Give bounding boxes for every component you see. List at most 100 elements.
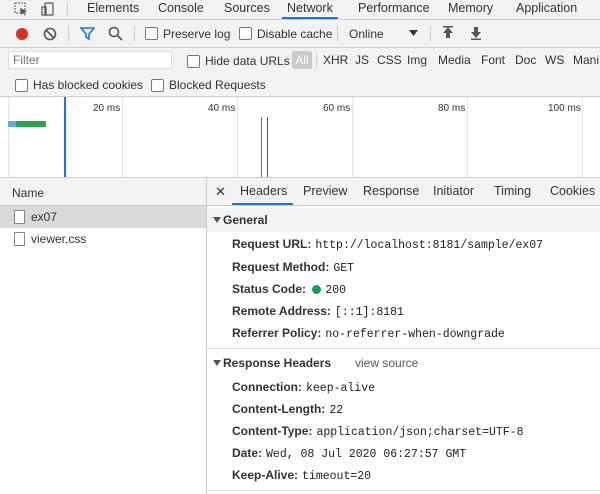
requests-header: Name [0,178,206,206]
content-type-value: application/json;charset=UTF-8 [316,426,524,439]
request-url-value: http://localhost:8181/sample/ex07 [315,239,544,252]
preserve-log-checkbox[interactable] [145,27,158,40]
clear-icon[interactable] [43,27,57,41]
record-icon[interactable] [15,27,29,41]
device-toolbar-icon[interactable] [41,2,55,16]
filter-type-media[interactable]: Media [438,53,471,67]
filter-icon[interactable] [80,26,95,41]
tab-application[interactable]: Application [516,0,577,19]
timeline-gridline [352,97,353,177]
toolbar-divider [430,26,431,41]
referrer-policy-key: Referrer Policy: [232,326,322,340]
import-har-icon[interactable] [442,26,454,40]
timeline-tick-label: 20 ms [93,103,121,114]
network-toolbar: Preserve log Disable cache Online [0,20,600,48]
export-har-icon[interactable] [470,26,482,40]
status-ok-dot-icon [312,285,322,294]
inspect-element-icon[interactable] [14,2,28,16]
status-code-key: Status Code: [232,282,307,296]
request-row-ex07[interactable]: ex07 [0,206,206,228]
tab-elements[interactable]: Elements [87,0,139,19]
filter-type-css[interactable]: CSS [377,53,402,67]
connection-value: keep-alive [306,382,376,395]
throttling-select[interactable]: Online [349,27,384,41]
tab-timing[interactable]: Timing [494,184,531,198]
content-type-key: Content-Type: [232,424,313,438]
request-method-key: Request Method: [232,260,330,274]
filter-type-img[interactable]: Img [407,53,427,67]
remote-address-value: [::1]:8181 [334,306,404,319]
filter-type-js[interactable]: JS [355,53,369,67]
request-detail-tabs: ✕ Headers Preview Response Initiator Tim… [207,178,600,206]
content-length-value: 22 [329,404,344,417]
view-source-link[interactable]: view source [355,356,418,370]
hide-data-urls-label[interactable]: Hide data URLs [205,54,290,68]
tab-performance[interactable]: Performance [358,0,430,19]
collapse-triangle-icon[interactable] [213,360,221,366]
content-length-row: Content-Length: 22 [232,402,343,417]
has-blocked-cookies-checkbox[interactable] [15,79,28,92]
referrer-policy-value: no-referrer-when-downgrade [325,328,505,341]
dom-content-loaded-line [261,117,262,177]
remote-address-key: Remote Address: [232,304,331,318]
filter-all-button[interactable]: All [292,51,312,69]
toolbar-divider [134,26,135,41]
filter-input[interactable] [8,51,172,69]
filter-type-ws[interactable]: WS [545,53,564,67]
dropdown-arrow-icon[interactable] [409,30,418,36]
disable-cache-checkbox[interactable] [239,27,252,40]
filter-type-doc[interactable]: Doc [515,53,536,67]
filter-type-font[interactable]: Font [481,53,505,67]
status-code-row: Status Code: 200 [232,282,346,297]
filter-type-xhr[interactable]: XHR [323,53,348,67]
request-name: viewer.css [31,232,87,246]
tab-response[interactable]: Response [363,184,419,198]
disable-cache-label[interactable]: Disable cache [257,27,332,41]
general-section-title: General [223,213,268,227]
search-icon[interactable] [108,26,123,41]
filter-type-manifest[interactable]: Mani [573,53,599,67]
general-section-header[interactable]: General [207,208,600,232]
date-row: Date: Wed, 08 Jul 2020 06:27:57 GMT [232,446,466,461]
timeline-tick-label: 80 ms [438,103,466,114]
keep-alive-row: Keep-Alive: timeout=20 [232,468,371,483]
collapse-triangle-icon[interactable] [213,217,221,223]
keep-alive-key: Keep-Alive: [232,468,299,482]
file-icon [14,232,25,246]
content-type-row: Content-Type: application/json;charset=UT… [232,424,523,439]
keep-alive-value: timeout=20 [302,470,372,483]
load-event-line [267,117,268,177]
tab-cookies[interactable]: Cookies [550,184,595,198]
timeline-gridline [122,97,123,177]
tab-console[interactable]: Console [158,0,204,19]
timeline-overview[interactable]: 20 ms 40 ms 60 ms 80 ms 100 ms [0,97,600,178]
timeline-gridline [8,97,9,177]
timeline-gridline [467,97,468,177]
tab-headers[interactable]: Headers [240,184,287,198]
toolbar-divider [316,53,317,68]
response-headers-section-title: Response Headers [223,356,332,370]
blocked-toolbar: Has blocked cookies Blocked Requests [0,74,600,97]
preserve-log-label[interactable]: Preserve log [163,27,230,41]
request-url-key: Request URL: [232,237,312,251]
close-detail-icon[interactable]: ✕ [215,184,226,200]
blocked-requests-label[interactable]: Blocked Requests [169,78,266,92]
tab-preview[interactable]: Preview [303,184,347,198]
blocked-requests-checkbox[interactable] [151,79,164,92]
request-row-viewer-css[interactable]: viewer.css [0,228,206,250]
response-headers-section-header[interactable]: Response Headers view source [207,351,600,375]
tab-network[interactable]: Network [282,0,338,19]
request-method-row: Request Method: GET [232,260,354,275]
has-blocked-cookies-label[interactable]: Has blocked cookies [33,78,143,92]
tab-initiator[interactable]: Initiator [433,184,474,198]
hide-data-urls-checkbox[interactable] [187,55,200,68]
timeline-tick-label: 100 ms [548,103,581,114]
date-key: Date: [232,446,263,460]
timeline-gridline [237,97,238,177]
name-column-header[interactable]: Name [12,186,44,200]
referrer-policy-row: Referrer Policy: no-referrer-when-downgra… [232,326,505,341]
tab-sources[interactable]: Sources [224,0,270,19]
connection-key: Connection: [232,380,302,394]
timeline-tick-label: 60 ms [323,103,351,114]
tab-memory[interactable]: Memory [448,0,493,19]
